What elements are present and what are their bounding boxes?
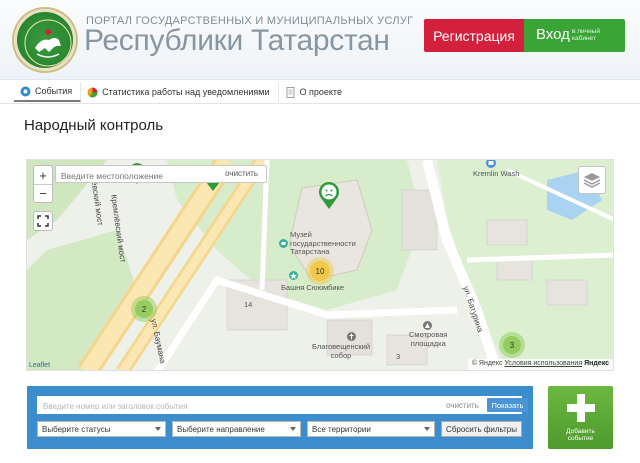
- map-label-tower: Башня Сююмбике: [281, 283, 345, 292]
- cluster-count: 3: [503, 336, 521, 354]
- zoom-in-button[interactable]: +: [34, 166, 52, 184]
- attribution-prefix: © Яндекс: [471, 360, 503, 367]
- location-clear-button[interactable]: очистить: [225, 169, 258, 178]
- museum-icon: [279, 239, 288, 248]
- location-search: очистить: [55, 165, 267, 184]
- tatarstan-emblem-logo[interactable]: [14, 9, 76, 71]
- tab-events-label: События: [35, 86, 73, 96]
- yandex-logo: Яндекс: [584, 360, 609, 367]
- portal-title: Республики Татарстан: [84, 24, 390, 57]
- add-event-button[interactable]: Добавить событие: [548, 386, 613, 449]
- event-search: очистить Показать: [37, 396, 528, 416]
- map-label-cathedral: Благовещенский собор: [312, 342, 371, 360]
- map-label-kremlin-wash: Kremlin Wash: [473, 169, 520, 178]
- tab-about-label: О проекте: [299, 87, 342, 97]
- chevron-down-icon: [290, 427, 296, 431]
- map-attribution: © Яндекс Условия использования Яндекс: [467, 359, 613, 370]
- church-icon: [347, 332, 356, 341]
- chevron-down-icon: [424, 427, 430, 431]
- login-button[interactable]: Вход в личный кабинет: [524, 19, 625, 52]
- location-input[interactable]: [56, 168, 216, 184]
- site-header: ПОРТАЛ ГОСУДАРСТВЕННЫХ И МУНИЦИПАЛЬНЫХ У…: [0, 0, 640, 80]
- layers-icon: [583, 173, 601, 188]
- tab-statistics[interactable]: Статистика работы над уведомлениями: [81, 82, 279, 102]
- event-cluster[interactable]: 3: [499, 332, 525, 358]
- fullscreen-icon: [37, 215, 49, 227]
- sad-face-marker-icon[interactable]: [317, 182, 341, 210]
- map-label-viewing-platform: Смотровая площадка: [409, 330, 448, 348]
- direction-select[interactable]: Выберите направление: [172, 421, 301, 437]
- car-wash-icon: [486, 160, 496, 168]
- event-search-clear-button[interactable]: очистить: [446, 401, 479, 410]
- status-select[interactable]: Выберите статусы: [37, 421, 166, 437]
- map-pin-icon: [20, 86, 31, 96]
- event-search-input[interactable]: [37, 397, 417, 416]
- register-button[interactable]: Регистрация: [424, 19, 532, 52]
- status-select-value: Выберите статусы: [42, 424, 111, 434]
- tab-bar: События Статистика работы над уведомлени…: [14, 82, 350, 102]
- map-label-house-number: 3: [396, 352, 401, 361]
- filter-panel: очистить Показать Выберите статусы Выбер…: [27, 386, 533, 449]
- chevron-down-icon: [155, 427, 161, 431]
- snow-leopard-icon: [24, 19, 72, 67]
- territory-select[interactable]: Все территории: [307, 421, 435, 437]
- direction-select-value: Выберите направление: [177, 424, 265, 434]
- territory-select-value: Все территории: [312, 424, 371, 434]
- plus-icon: [567, 394, 595, 422]
- fullscreen-button[interactable]: [33, 211, 53, 231]
- page-title: Народный контроль: [24, 117, 164, 134]
- landmark-icon: [289, 271, 298, 280]
- divider: [0, 103, 640, 104]
- cluster-count: 10: [310, 261, 330, 281]
- terms-link[interactable]: Условия использования: [504, 360, 582, 367]
- leaflet-attribution-link[interactable]: Leaflet: [29, 362, 50, 369]
- pie-chart-icon: [87, 87, 98, 97]
- document-icon: [286, 86, 294, 98]
- map-label-house-number: 14: [244, 300, 253, 309]
- viewpoint-icon: [423, 321, 432, 330]
- event-cluster[interactable]: 10: [306, 257, 334, 285]
- layers-button[interactable]: [578, 166, 606, 194]
- reset-filters-button[interactable]: Сбросить фильтры: [441, 421, 522, 437]
- zoom-out-button[interactable]: −: [34, 184, 52, 202]
- map-label-museum: Музей государственности Татарстана: [290, 230, 356, 256]
- add-event-label: Добавить событие: [566, 428, 595, 442]
- login-sublabel: в личный кабинет: [572, 28, 600, 42]
- login-label: Вход: [536, 26, 570, 43]
- cluster-count: 2: [135, 300, 153, 318]
- zoom-control: + −: [33, 165, 53, 203]
- tab-events[interactable]: События: [14, 82, 82, 102]
- show-button[interactable]: Показать: [487, 398, 528, 412]
- tab-statistics-label: Статистика работы над уведомлениями: [102, 87, 270, 97]
- tab-about[interactable]: О проекте: [279, 82, 350, 102]
- events-map[interactable]: 10 2 3 Музей государственности Татарстана …: [26, 159, 614, 371]
